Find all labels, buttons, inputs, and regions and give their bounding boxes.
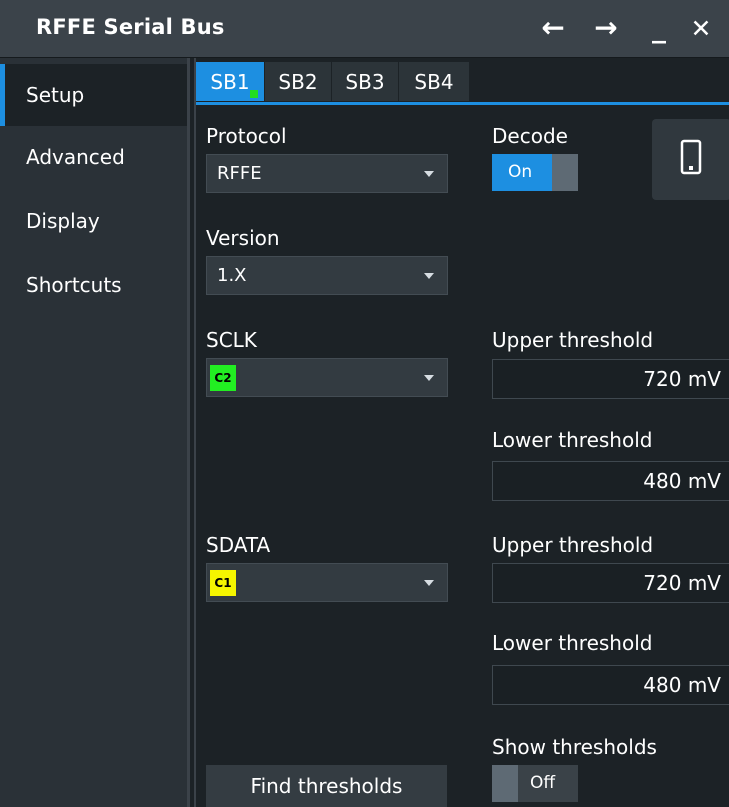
mobile-phone-button[interactable] (652, 119, 729, 200)
active-indicator-icon (250, 90, 258, 98)
tab-sb2[interactable]: SB2 (265, 62, 331, 101)
close-icon[interactable]: ✕ (684, 10, 718, 46)
sdata-upper-threshold-input[interactable]: 720 mV (492, 563, 729, 603)
protocol-value: RFFE (217, 163, 262, 184)
minimize-icon[interactable]: _ (642, 10, 676, 46)
sidebar-item-display[interactable]: Display (0, 190, 187, 252)
show-thresholds-toggle[interactable]: Off (492, 765, 578, 802)
sclk-upper-threshold-input[interactable]: 720 mV (492, 359, 729, 399)
sdata-upper-threshold-label: Upper threshold (492, 533, 654, 557)
sclk-source-dropdown[interactable]: C2 (206, 358, 448, 397)
chevron-down-icon (424, 375, 434, 381)
tab-label: SB1 (210, 69, 250, 94)
version-value: 1.X (217, 265, 247, 286)
sdata-lower-threshold-input[interactable]: 480 mV (492, 665, 729, 705)
sidebar-item-setup[interactable]: Setup (0, 64, 187, 126)
setup-panel: SB1 SB2 SB3 SB4 Protocol RFFE Decode On … (196, 58, 729, 807)
title-bar: RFFE Serial Bus ← → _ ✕ (0, 0, 729, 58)
sclk-label: SCLK (206, 328, 257, 352)
window-title: RFFE Serial Bus (36, 15, 225, 39)
toggle-knob (552, 154, 578, 191)
sdata-source-dropdown[interactable]: C1 (206, 563, 448, 602)
tab-sb1[interactable]: SB1 (196, 62, 264, 101)
toggle-knob (492, 765, 518, 802)
sidebar-item-shortcuts[interactable]: Shortcuts (0, 254, 187, 316)
show-thresholds-state: Off (530, 773, 556, 793)
chevron-down-icon (424, 580, 434, 586)
decode-toggle[interactable]: On (492, 154, 578, 191)
back-arrow-icon[interactable]: ← (536, 10, 570, 46)
sdata-lower-threshold-label: Lower threshold (492, 631, 653, 655)
decode-label: Decode (492, 124, 568, 148)
protocol-label: Protocol (206, 124, 287, 148)
tab-sb3[interactable]: SB3 (332, 62, 398, 101)
tab-sb4[interactable]: SB4 (399, 62, 469, 101)
decode-state: On (508, 162, 533, 182)
sidebar-item-advanced[interactable]: Advanced (0, 126, 187, 188)
channel-c1-badge: C1 (210, 569, 236, 596)
version-label: Version (206, 226, 280, 250)
forward-arrow-icon[interactable]: → (589, 10, 623, 46)
sclk-upper-threshold-label: Upper threshold (492, 328, 654, 352)
find-thresholds-button[interactable]: Find thresholds (206, 765, 447, 807)
sidebar: Setup Advanced Display Shortcuts (0, 58, 196, 807)
version-dropdown[interactable]: 1.X (206, 256, 448, 295)
sdata-label: SDATA (206, 533, 271, 557)
mobile-phone-icon (680, 139, 702, 175)
sclk-lower-threshold-input[interactable]: 480 mV (492, 461, 729, 501)
serial-bus-tabs: SB1 SB2 SB3 SB4 (196, 58, 729, 105)
protocol-dropdown[interactable]: RFFE (206, 154, 448, 193)
chevron-down-icon (424, 171, 434, 177)
channel-c2-badge: C2 (210, 364, 236, 391)
chevron-down-icon (424, 273, 434, 279)
sclk-lower-threshold-label: Lower threshold (492, 428, 653, 452)
show-thresholds-label: Show thresholds (492, 735, 657, 759)
